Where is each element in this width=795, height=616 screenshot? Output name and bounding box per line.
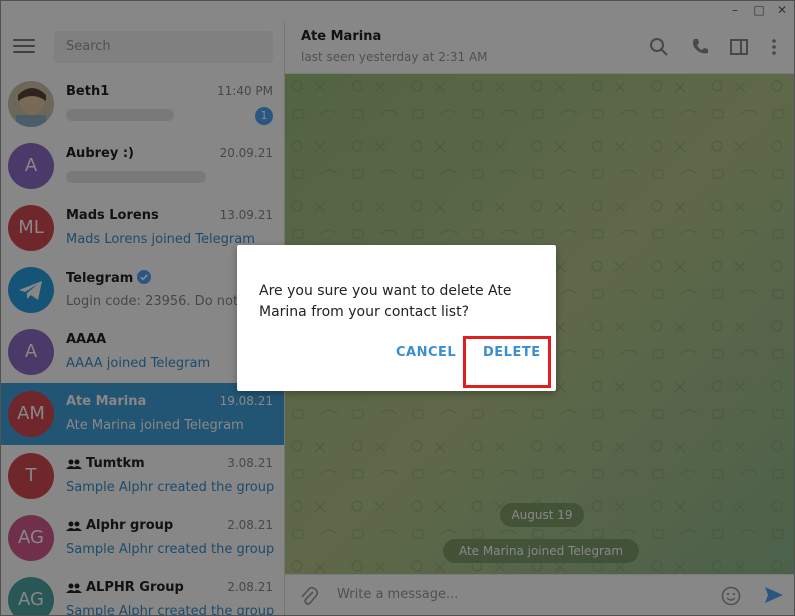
dialog-message: Are you sure you want to delete Ate Mari… — [259, 283, 512, 320]
cancel-button[interactable]: CANCEL — [396, 345, 456, 360]
highlight-box — [463, 336, 551, 388]
